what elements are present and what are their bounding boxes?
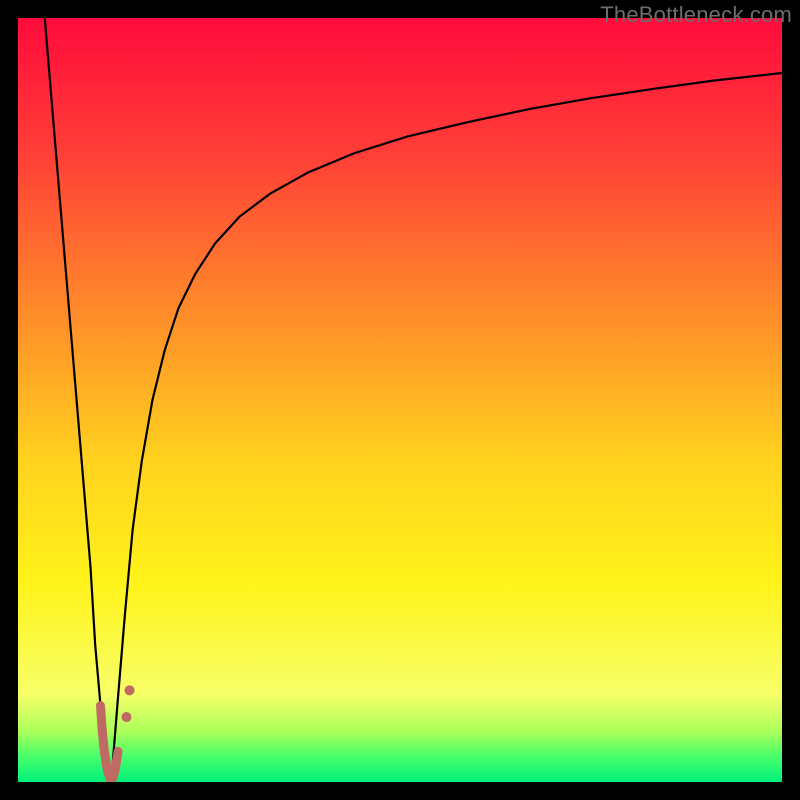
series-bottleneck-right <box>111 73 782 782</box>
curve-layer <box>18 18 782 782</box>
watermark-text: TheBottleneck.com <box>600 2 792 28</box>
chart-frame: TheBottleneck.com <box>0 0 800 800</box>
series-marker-dots-dot <box>125 685 135 695</box>
series-marker-dots-dot <box>121 712 131 722</box>
plot-area <box>18 18 782 782</box>
series-bottleneck-left <box>45 18 111 782</box>
